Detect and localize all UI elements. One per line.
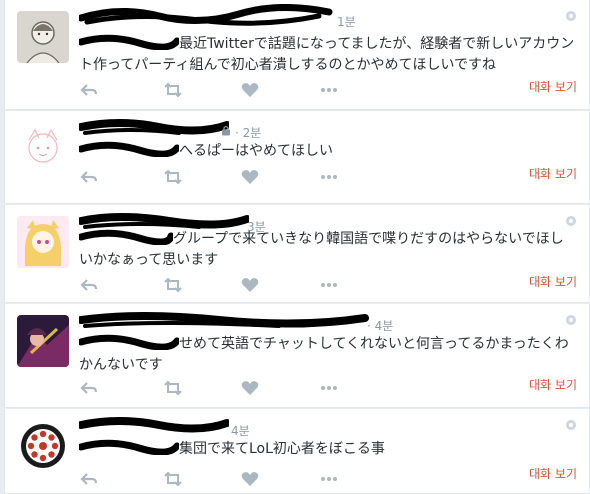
gear-icon[interactable]	[565, 314, 577, 326]
tweet-text: せめて英語でチャットしてくれないと何言ってるかまったくわかんないです	[77, 334, 577, 376]
tweet-item[interactable]: · 2분 へるぱーはやめてほしい 대화 보기	[4, 111, 589, 204]
retweet-icon[interactable]	[163, 378, 183, 398]
lock-icon	[222, 125, 230, 136]
tweet-item[interactable]: 4분 集団で来てLoL初心者をぼこる事 대화 보기	[4, 409, 589, 494]
tweet-text: 集団で来てLoL初心者をぼこる事	[77, 439, 577, 460]
avatar[interactable]	[17, 420, 69, 472]
tweet-actions	[79, 469, 359, 489]
tweet-actions	[79, 378, 359, 398]
retweet-icon[interactable]	[163, 80, 183, 100]
reply-icon[interactable]	[79, 378, 99, 398]
avatar[interactable]	[17, 122, 69, 174]
tweet-timeline: 1분 最近Twitterで話題になってましたが、経験者で新しいアカウント作ってパ…	[0, 0, 590, 494]
gear-icon[interactable]	[565, 419, 577, 431]
tweet-text-content: 集団で来てLoL初心者をぼこる事	[179, 441, 385, 457]
avatar[interactable]	[17, 11, 69, 63]
view-conversation-link[interactable]: 대화 보기	[529, 465, 577, 482]
redacted-mention	[77, 141, 181, 158]
tweet-actions	[79, 80, 359, 100]
retweet-icon[interactable]	[163, 167, 183, 187]
tweet-time[interactable]: 1분	[337, 13, 356, 30]
more-dots-icon[interactable]	[319, 167, 339, 187]
tweet-text: グループで来ていきなり韓国語で喋りだすのはやらないでほしいかなぁって思います	[77, 229, 577, 271]
view-conversation-link[interactable]: 대화 보기	[529, 78, 577, 95]
tweet-text-content: へるぱーはやめてほしい	[179, 143, 333, 159]
gear-icon[interactable]	[565, 10, 577, 22]
more-dots-icon[interactable]	[319, 378, 339, 398]
tweet-text: へるぱーはやめてほしい	[77, 141, 577, 162]
more-dots-icon[interactable]	[319, 80, 339, 100]
redacted-mention	[77, 34, 181, 51]
more-dots-icon[interactable]	[319, 275, 339, 295]
reply-icon[interactable]	[79, 80, 99, 100]
tweet-time[interactable]: · 4분	[367, 317, 393, 334]
tweet-time[interactable]: · 2분	[235, 124, 261, 141]
view-conversation-link[interactable]: 대화 보기	[529, 376, 577, 393]
redacted-mention	[77, 334, 181, 351]
avatar[interactable]	[17, 216, 69, 268]
more-dots-icon[interactable]	[319, 469, 339, 489]
redacted-username	[79, 312, 369, 328]
tweet-header: 1분	[79, 4, 549, 30]
tweet-item[interactable]: · 4분 せめて英語でチャットしてくれないと何言ってるかまったくわかんないです …	[4, 304, 589, 408]
reply-icon[interactable]	[79, 167, 99, 187]
tweet-actions	[79, 275, 359, 295]
redacted-username	[79, 4, 333, 26]
tweet-header: · 2분	[79, 119, 549, 141]
redacted-mention	[77, 229, 175, 246]
gear-icon[interactable]	[565, 215, 577, 227]
tweet-item[interactable]: 3분 グループで来ていきなり韓国語で喋りだすのはやらないでほしいかなぁって思いま…	[4, 205, 589, 303]
tweet-actions	[79, 167, 359, 187]
tweet-header: · 4분	[79, 312, 549, 334]
tweet-item[interactable]: 1분 最近Twitterで話題になってましたが、経験者で新しいアカウント作ってパ…	[4, 0, 589, 110]
tweet-text: 最近Twitterで話題になってましたが、経験者で新しいアカウント作ってパーティ…	[77, 34, 577, 76]
heart-icon[interactable]	[240, 80, 260, 100]
redacted-username	[79, 119, 229, 135]
retweet-icon[interactable]	[163, 275, 183, 295]
heart-icon[interactable]	[240, 469, 260, 489]
heart-icon[interactable]	[240, 167, 260, 187]
reply-icon[interactable]	[79, 275, 99, 295]
retweet-icon[interactable]	[163, 469, 183, 489]
redacted-username	[79, 417, 229, 433]
tweet-header: 4분	[79, 417, 549, 439]
reply-icon[interactable]	[79, 469, 99, 489]
heart-icon[interactable]	[240, 378, 260, 398]
heart-icon[interactable]	[240, 275, 260, 295]
view-conversation-link[interactable]: 대화 보기	[529, 165, 577, 182]
avatar[interactable]	[17, 315, 69, 367]
view-conversation-link[interactable]: 대화 보기	[529, 273, 577, 290]
tweet-time[interactable]: 4분	[231, 422, 250, 439]
redacted-mention	[77, 439, 181, 456]
